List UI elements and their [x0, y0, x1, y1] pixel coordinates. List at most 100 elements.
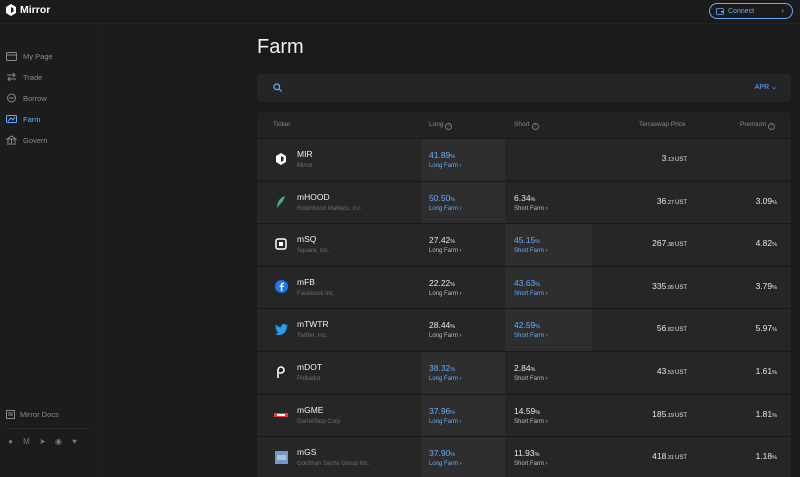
- long-highlight: [421, 181, 505, 224]
- sidebar-item-farm[interactable]: Farm: [6, 114, 41, 124]
- header-ticker[interactable]: Ticker: [273, 121, 290, 128]
- short-apr: 11.93%: [514, 448, 540, 459]
- feather-icon: [274, 195, 288, 209]
- short-farm-link[interactable]: Short Farm ›: [514, 376, 548, 382]
- short-farm-link[interactable]: Short Farm ›: [514, 206, 548, 212]
- chevron-down-icon: ⌄: [771, 84, 777, 91]
- mirror-logo-icon: [6, 4, 16, 16]
- discord-icon[interactable]: ◉: [54, 437, 63, 446]
- premium-value: 3.09%: [755, 195, 777, 206]
- short-highlight: [505, 309, 592, 352]
- long-farm-link[interactable]: Long Farm ›: [429, 163, 462, 169]
- sidebar-item-label: Farm: [23, 114, 41, 124]
- long-farm-link[interactable]: Long Farm ›: [429, 206, 462, 212]
- sidebar-item-label: My Page: [23, 51, 53, 61]
- short-apr: 45.15%: [514, 235, 541, 246]
- long-farm-link[interactable]: Long Farm ›: [429, 333, 462, 339]
- info-icon[interactable]: ?: [445, 123, 453, 130]
- ticker-name: Facebook Inc.: [297, 290, 335, 297]
- sidebar: My Page Trade Borrow Farm Govern Mirror …: [0, 25, 103, 477]
- ticker-symbol: mGS: [297, 447, 317, 458]
- table-row[interactable]: mGME GameStop Corp 37.96% Long Farm › 14…: [257, 393, 791, 437]
- short-highlight: [505, 266, 592, 309]
- sidebar-item-trade[interactable]: Trade: [6, 72, 42, 82]
- info-icon[interactable]: ?: [768, 123, 776, 130]
- medium-icon[interactable]: M: [22, 437, 31, 446]
- table-row[interactable]: mHOOD Robinhood Markets, Inc. 50.50% Lon…: [257, 180, 791, 224]
- ticker-symbol: MIR: [297, 149, 313, 159]
- short-farm-link[interactable]: Short Farm ›: [514, 461, 548, 467]
- table-row[interactable]: mSQ Square, Inc. 27.42% Long Farm › 45.1…: [257, 223, 791, 267]
- top-bar: Mirror Connect ›: [0, 0, 800, 24]
- sidebar-docs-link[interactable]: Mirror Docs: [6, 410, 59, 419]
- ticker-name: Robinhood Markets, Inc.: [297, 205, 363, 212]
- github-icon[interactable]: ●: [6, 437, 15, 446]
- table-row[interactable]: mFB Facebook Inc. 22.22% Long Farm › 43.…: [257, 265, 791, 309]
- terraswap-price: 56.82UST: [656, 323, 687, 334]
- farm-icon: [6, 115, 17, 123]
- short-farm-link[interactable]: Short Farm ›: [514, 419, 548, 425]
- long-farm-link[interactable]: Long Farm ›: [429, 248, 462, 254]
- long-farm-link[interactable]: Long Farm ›: [429, 419, 462, 425]
- connect-button[interactable]: Connect ›: [709, 3, 793, 19]
- search-icon: [273, 83, 282, 92]
- premium-value: 1.81%: [755, 408, 777, 419]
- table-row[interactable]: mDOT Polkadot 38.32% Long Farm › 2.84% S…: [257, 351, 791, 394]
- app-logo[interactable]: Mirror: [6, 4, 50, 16]
- info-icon[interactable]: ?: [531, 123, 539, 130]
- long-farm-link[interactable]: Long Farm ›: [429, 376, 462, 382]
- short-apr: 14.59%: [514, 405, 541, 416]
- docs-label: Mirror Docs: [20, 410, 59, 419]
- sidebar-item-borrow[interactable]: Borrow: [6, 93, 47, 103]
- long-apr: 38.32%: [429, 363, 456, 373]
- page-title: Farm: [257, 36, 304, 58]
- short-farm-link[interactable]: Short Farm ›: [514, 248, 548, 254]
- short-farm-link[interactable]: Short Farm ›: [514, 333, 548, 339]
- app-name: Mirror: [20, 4, 51, 16]
- header-price[interactable]: Terraswap Price: [639, 121, 686, 128]
- sidebar-item-govern[interactable]: Govern: [6, 135, 48, 145]
- long-farm-link[interactable]: Long Farm ›: [429, 291, 462, 297]
- table-row[interactable]: MIR Mirror 41.89% Long Farm › 3.13UST: [257, 138, 791, 181]
- wallet-icon: [6, 52, 17, 61]
- table-header: Ticker Long? Short? Terraswap Price Prem…: [257, 112, 791, 138]
- search-bar: APR ⌄: [257, 74, 791, 102]
- long-apr: 22.22%: [429, 277, 456, 288]
- ticker-symbol: mHOOD: [297, 191, 330, 202]
- short-apr: 43.63%: [514, 277, 541, 288]
- sidebar-item-my-page[interactable]: My Page: [6, 51, 53, 61]
- terraswap-price: 267.38UST: [652, 238, 687, 249]
- table-row[interactable]: mGS Goldman Sachs Group Inc. 37.90% Long…: [257, 436, 791, 477]
- long-apr: 37.90%: [429, 448, 456, 459]
- short-apr: 2.84%: [514, 363, 536, 373]
- sort-dropdown[interactable]: APR ⌄: [755, 83, 777, 91]
- terraswap-price: 418.31UST: [652, 451, 687, 462]
- header-short[interactable]: Short?: [514, 121, 539, 130]
- short-apr: 6.34%: [514, 192, 536, 203]
- long-apr: 28.44%: [429, 320, 456, 331]
- ticker-name: Goldman Sachs Group Inc.: [297, 461, 370, 468]
- long-farm-link[interactable]: Long Farm ›: [429, 461, 462, 467]
- sort-label: APR: [754, 84, 770, 91]
- terraswap-price: 185.19UST: [652, 408, 687, 419]
- header-premium[interactable]: Premium?: [740, 121, 776, 130]
- header-long[interactable]: Long?: [429, 121, 453, 130]
- long-apr: 27.42%: [429, 235, 456, 246]
- premium-value: 4.82%: [755, 238, 777, 249]
- terraswap-price: 3.13UST: [661, 153, 687, 163]
- connect-label: Connect: [728, 7, 755, 15]
- telegram-icon[interactable]: ➤: [38, 437, 47, 446]
- farm-table: Ticker Long? Short? Terraswap Price Prem…: [257, 112, 791, 477]
- short-farm-link[interactable]: Short Farm ›: [514, 291, 548, 297]
- ticker-symbol: mTWTR: [297, 319, 329, 330]
- chevron-right-icon: ›: [781, 6, 784, 15]
- ticker-name: Polkadot: [297, 376, 321, 382]
- sidebar-item-label: Borrow: [23, 93, 47, 103]
- table-row[interactable]: mTWTR Twitter, Inc. 28.44% Long Farm › 4…: [257, 308, 791, 352]
- ticker-name: Twitter, Inc.: [297, 333, 328, 340]
- polkadot-icon: [274, 365, 288, 379]
- twitter-icon[interactable]: ♥: [70, 437, 79, 446]
- sidebar-item-label: Govern: [23, 135, 48, 145]
- premium-value: 1.18%: [755, 451, 777, 462]
- search-input[interactable]: [291, 80, 671, 96]
